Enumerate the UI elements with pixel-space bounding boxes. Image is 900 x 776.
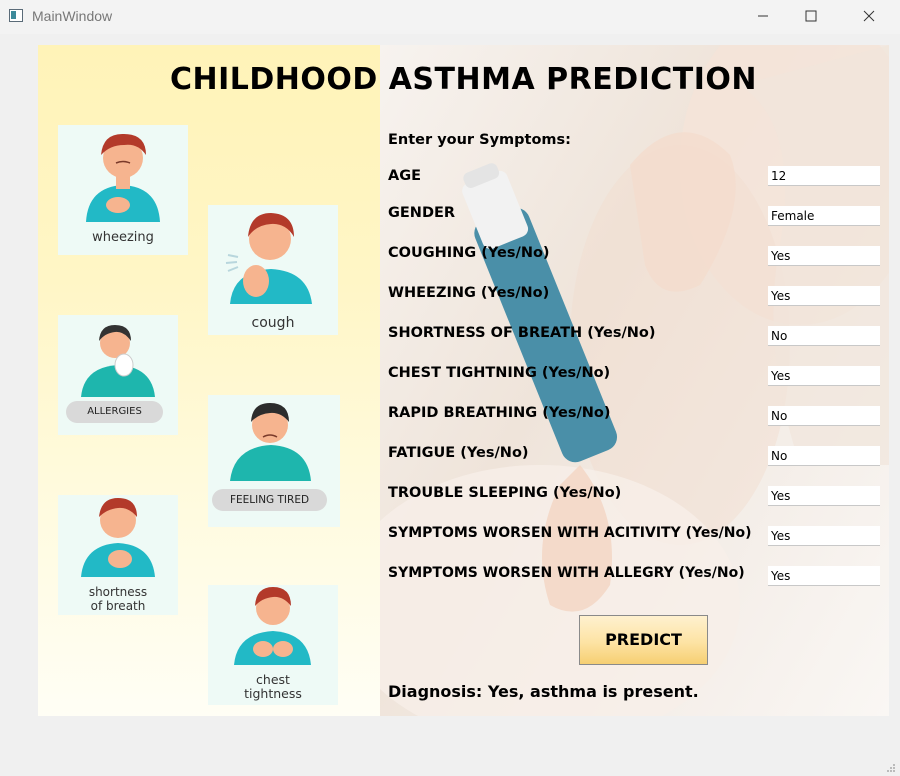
feeling-tired-card: FEELING TIRED (208, 395, 340, 527)
maximize-button[interactable] (788, 0, 834, 32)
wheezing-label: WHEEZING (Yes/No) (388, 285, 550, 301)
diagnosis-text: Diagnosis: Yes, asthma is present. (388, 682, 699, 701)
resize-grip-icon[interactable] (886, 763, 896, 773)
maximize-icon (805, 10, 817, 22)
chest-tightness-child-icon (234, 587, 311, 665)
rapid-breathing-label: RAPID BREATHING (Yes/No) (388, 405, 611, 421)
fatigue-label: FATIGUE (Yes/No) (388, 445, 529, 461)
chest-caption-1: chest (256, 672, 290, 687)
allergies-child-icon (81, 325, 155, 397)
wheezing-child-icon (86, 133, 160, 222)
shortness-of-breath-label: SHORTNESS OF BREATH (Yes/No) (388, 325, 656, 341)
shortness-child-icon (81, 498, 155, 577)
coughing-label: COUGHING (Yes/No) (388, 245, 550, 261)
title-bar: MainWindow (0, 0, 900, 34)
worsen-activity-field[interactable] (768, 526, 880, 546)
chest-tightning-field[interactable] (768, 366, 880, 386)
age-field[interactable] (768, 166, 880, 186)
rapid-breathing-field[interactable] (768, 406, 880, 426)
shortness-of-breath-card: shortness of breath (58, 495, 178, 615)
allergies-card: ALLERGIES (58, 315, 178, 435)
predict-button[interactable]: PREDICT (579, 615, 708, 665)
gender-field[interactable] (768, 206, 880, 226)
coughing-field[interactable] (768, 246, 880, 266)
close-button[interactable] (846, 0, 892, 32)
age-label: AGE (388, 168, 422, 184)
shortness-caption-2: of breath (90, 599, 146, 613)
wheezing-card: wheezing (58, 125, 188, 255)
trouble-sleeping-field[interactable] (768, 486, 880, 506)
shortness-caption-1: shortness (88, 585, 148, 599)
feeling-tired-badge: FEELING TIRED (212, 489, 327, 511)
worsen-activity-label: SYMPTOMS WORSEN WITH ACITIVITY (Yes/No) (388, 525, 752, 541)
shortness-of-breath-field[interactable] (768, 326, 880, 346)
app-icon (9, 9, 23, 22)
chest-tightning-label: CHEST TIGHTNING (Yes/No) (388, 365, 611, 381)
cough-card: cough (208, 205, 338, 335)
wheezing-caption: wheezing (92, 230, 154, 245)
trouble-sleeping-label: TROUBLE SLEEPING (Yes/No) (388, 485, 622, 501)
window-title: MainWindow (32, 8, 113, 24)
close-icon (863, 10, 875, 22)
worsen-allergy-field[interactable] (768, 566, 880, 586)
minimize-button[interactable] (740, 0, 786, 32)
form-heading: Enter your Symptoms: (388, 132, 571, 148)
tired-child-icon (230, 403, 311, 481)
worsen-allergy-label: SYMPTOMS WORSEN WITH ALLEGRY (Yes/No) (388, 565, 745, 581)
gender-label: GENDER (388, 205, 456, 221)
fatigue-field[interactable] (768, 446, 880, 466)
wheezing-field[interactable] (768, 286, 880, 306)
allergies-badge: ALLERGIES (66, 401, 163, 423)
chest-tightness-card: chest tightness (208, 585, 338, 705)
app-title: CHILDHOOD ASTHMA PREDICTION (169, 62, 758, 97)
chest-caption-2: tightness (244, 686, 302, 701)
minimize-icon (758, 15, 768, 17)
cough-caption: cough (251, 315, 295, 331)
cough-child-icon (225, 213, 312, 304)
